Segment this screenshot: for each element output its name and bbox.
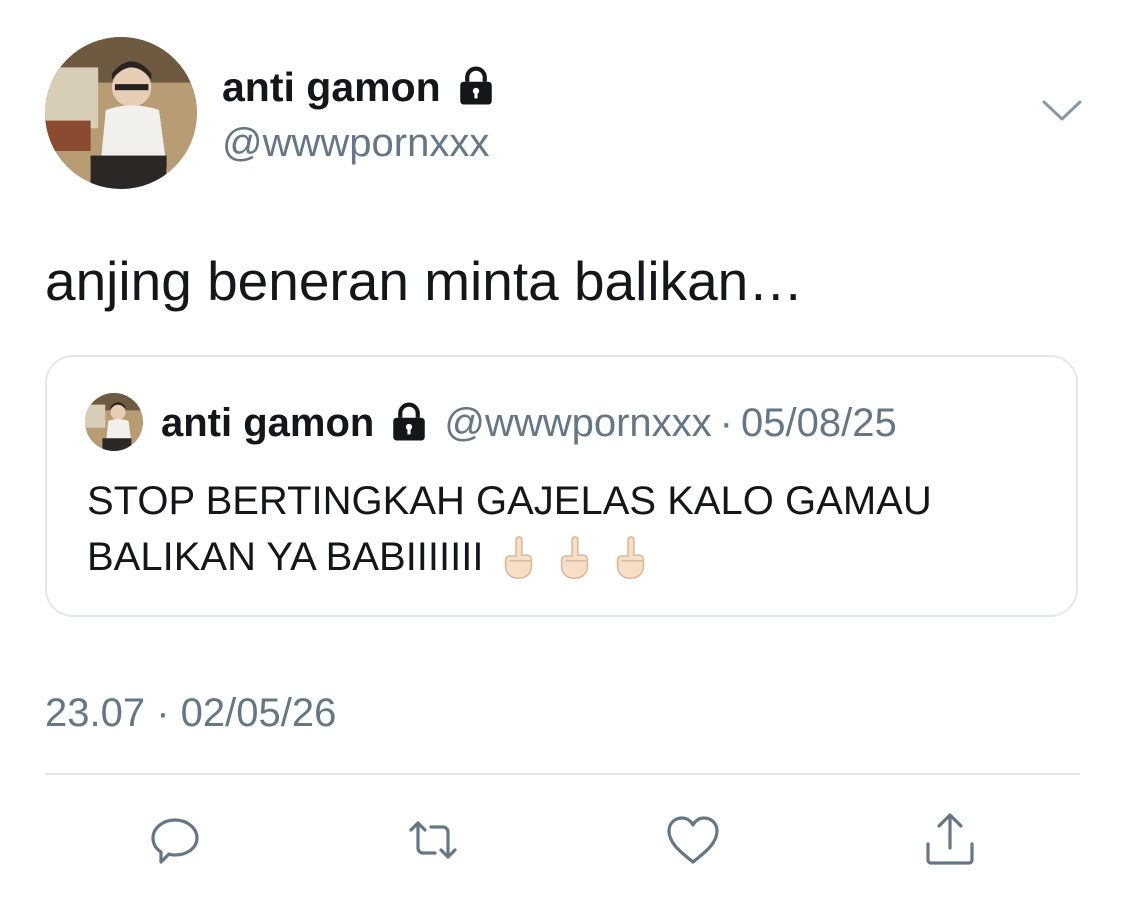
reply-button[interactable]	[145, 810, 205, 870]
quoted-avatar-photo	[85, 393, 143, 451]
retweet-button[interactable]	[403, 810, 463, 870]
quoted-display-name: anti gamon	[161, 400, 375, 445]
reply-icon	[151, 818, 199, 864]
middle-finger-icon	[617, 536, 645, 579]
tweet-text: anjing beneran minta balikan…	[45, 250, 804, 312]
user-handle[interactable]: @wwwpornxxx	[222, 118, 489, 168]
quoted-avatar	[85, 393, 143, 451]
divider	[45, 773, 1080, 775]
like-icon	[667, 816, 719, 864]
retweet-icon	[409, 821, 457, 859]
middle-finger-icon	[561, 536, 589, 579]
share-icon	[926, 813, 974, 865]
middle-finger-icon	[505, 536, 533, 579]
lock-icon	[393, 402, 426, 441]
lock-icon	[459, 66, 492, 105]
chevron-down-icon[interactable]	[1040, 96, 1084, 126]
tweet-detail: anti gamon @wwwpornxxx anjing beneran mi…	[0, 0, 1125, 907]
quoted-header: anti gamon @wwwpornxxx · 05/08/25	[161, 397, 897, 449]
quoted-date: 05/08/25	[741, 400, 897, 445]
avatar[interactable]	[45, 37, 197, 189]
quoted-separator: ·	[719, 400, 733, 445]
display-name: anti gamon	[222, 64, 441, 110]
like-button[interactable]	[663, 810, 723, 870]
share-button[interactable]	[920, 810, 980, 870]
tweet-timestamp[interactable]: 23.07 · 02/05/26	[45, 688, 336, 738]
quoted-text-block: STOP BERTINGKAH GAJELAS KALO GAMAU BALIK…	[87, 473, 1047, 585]
quoted-handle: @wwwpornxxx	[444, 400, 712, 445]
display-name-row: anti gamon	[222, 62, 497, 112]
avatar-photo	[45, 37, 197, 189]
quoted-tweet-card[interactable]: anti gamon @wwwpornxxx · 05/08/25 STOP B…	[45, 355, 1078, 617]
